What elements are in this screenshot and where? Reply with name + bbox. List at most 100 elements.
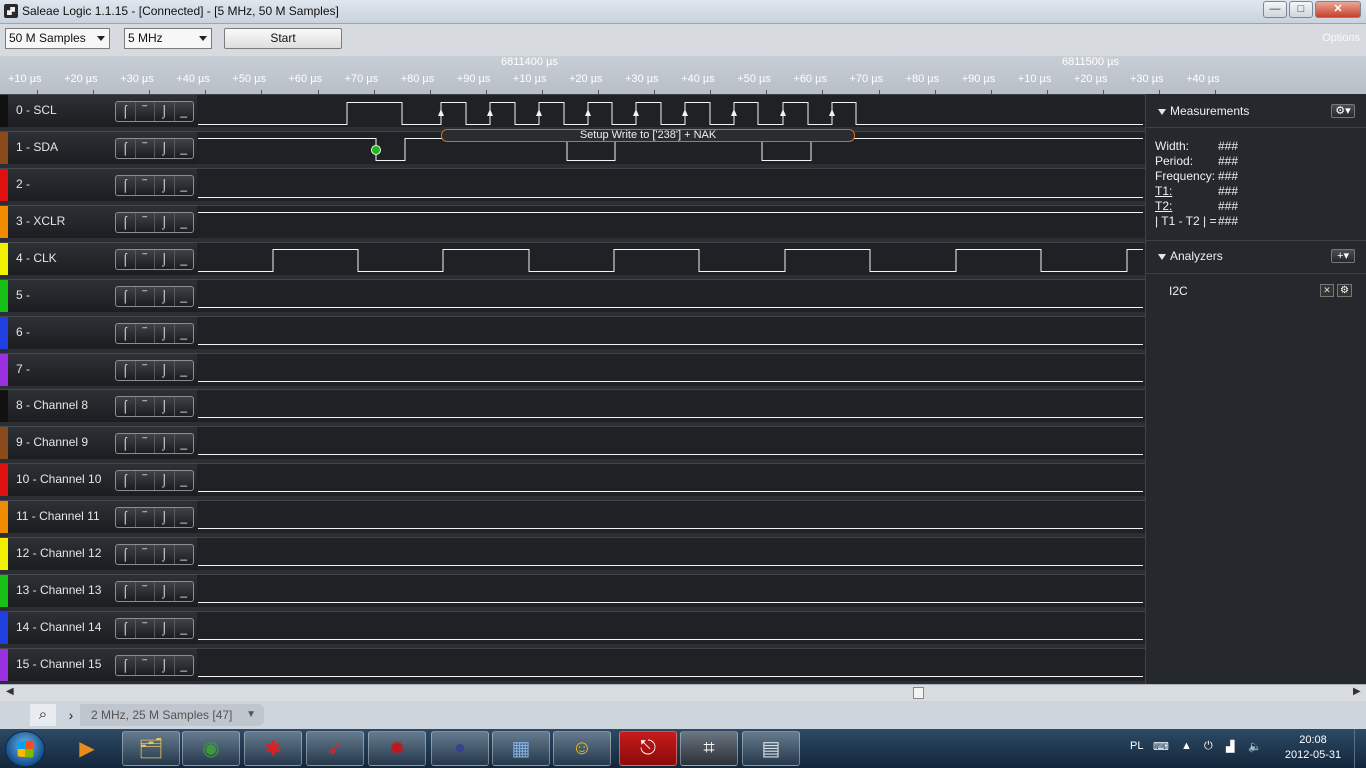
- trigger-rising-edge-icon[interactable]: ⌠: [116, 545, 136, 564]
- trigger-high-icon[interactable]: ‾: [136, 508, 155, 527]
- trigger-rising-edge-icon[interactable]: ⌠: [116, 656, 136, 675]
- trigger-low-icon[interactable]: _: [175, 397, 194, 416]
- trigger-rising-edge-icon[interactable]: ⌠: [116, 102, 136, 121]
- channel-lane[interactable]: [197, 242, 1145, 275]
- channel-lane[interactable]: [197, 648, 1145, 681]
- trigger-low-icon[interactable]: _: [175, 582, 194, 601]
- capture-tab[interactable]: 2 MHz, 25 M Samples [47] ▼: [80, 704, 264, 726]
- trigger-low-icon[interactable]: _: [175, 250, 194, 269]
- keyboard-icon[interactable]: ⌨: [1153, 740, 1169, 753]
- channel-label-panel[interactable]: 14 - Channel 14 ⌠ ‾ ⌡ _: [0, 611, 197, 645]
- channel-label-panel[interactable]: 0 - SCL ⌠ ‾ ⌡ _: [0, 94, 197, 128]
- channel-label-panel[interactable]: 9 - Channel 9 ⌠ ‾ ⌡ _: [0, 426, 197, 460]
- trigger-high-icon[interactable]: ‾: [136, 619, 155, 638]
- channel-label-panel[interactable]: 13 - Channel 13 ⌠ ‾ ⌡ _: [0, 574, 197, 608]
- maximize-button[interactable]: □: [1289, 1, 1313, 18]
- trigger-falling-edge-icon[interactable]: ⌡: [155, 213, 175, 232]
- chrome-icon[interactable]: ◉: [182, 731, 240, 766]
- channel-name[interactable]: 0 - SCL: [16, 103, 57, 117]
- channel-name[interactable]: 13 - Channel 13: [16, 583, 101, 597]
- time-ruler[interactable]: 6811400 µs 6811500 µs +10 µs +20 µs +30 µs…: [0, 56, 1366, 94]
- trigger-rising-edge-icon[interactable]: ⌠: [116, 434, 136, 453]
- channel-lane[interactable]: [197, 389, 1145, 422]
- channel-name[interactable]: 14 - Channel 14: [16, 620, 101, 634]
- trigger-falling-edge-icon[interactable]: ⌡: [155, 471, 175, 490]
- search-icon[interactable]: ⌕: [30, 704, 56, 726]
- analyzer-settings-gear-icon[interactable]: ⚙: [1337, 284, 1352, 297]
- trigger-low-icon[interactable]: _: [175, 471, 194, 490]
- channel-name[interactable]: 15 - Channel 15: [16, 657, 101, 671]
- scroll-left-icon[interactable]: ◀: [6, 686, 14, 697]
- file-explorer-icon[interactable]: 🗂: [122, 731, 180, 766]
- channel-lane[interactable]: [197, 353, 1145, 386]
- channel-name[interactable]: 4 - CLK: [16, 251, 57, 265]
- scroll-thumb[interactable]: [913, 687, 924, 699]
- trigger-falling-edge-icon[interactable]: ⌡: [155, 508, 175, 527]
- trigger-falling-edge-icon[interactable]: ⌡: [155, 102, 175, 121]
- channel-lane[interactable]: [197, 574, 1145, 607]
- channel-label-panel[interactable]: 7 - ⌠ ‾ ⌡ _: [0, 353, 197, 387]
- trigger-rising-edge-icon[interactable]: ⌠: [116, 176, 136, 195]
- channel-name[interactable]: 2 -: [16, 177, 30, 191]
- channel-lane[interactable]: [197, 205, 1145, 238]
- trigger-high-icon[interactable]: ‾: [136, 139, 155, 158]
- channel-name[interactable]: 9 - Channel 9: [16, 435, 88, 449]
- trigger-rising-edge-icon[interactable]: ⌠: [116, 139, 136, 158]
- channel-name[interactable]: 8 - Channel 8: [16, 398, 88, 412]
- trigger-rising-edge-icon[interactable]: ⌠: [116, 582, 136, 601]
- trigger-rising-edge-icon[interactable]: ⌠: [116, 471, 136, 490]
- minimize-button[interactable]: —: [1263, 1, 1287, 18]
- rate-select[interactable]: 5 MHz: [124, 28, 212, 49]
- language-indicator[interactable]: PL: [1130, 740, 1143, 752]
- channel-lane[interactable]: [197, 279, 1145, 312]
- remove-analyzer-icon[interactable]: ✕: [1320, 284, 1334, 297]
- trigger-high-icon[interactable]: ‾: [136, 176, 155, 195]
- trigger-rising-edge-icon[interactable]: ⌠: [116, 287, 136, 306]
- pdf-reader-icon[interactable]: ⎋: [619, 731, 677, 766]
- horizontal-scrollbar[interactable]: ◀ ▶: [0, 684, 1366, 701]
- trigger-rising-edge-icon[interactable]: ⌠: [116, 361, 136, 380]
- red-app-icon[interactable]: ✱: [244, 731, 302, 766]
- measurements-settings-button[interactable]: ⚙▾: [1331, 104, 1355, 118]
- smiley-app-icon[interactable]: ☺: [553, 731, 611, 766]
- trigger-high-icon[interactable]: ‾: [136, 397, 155, 416]
- trigger-low-icon[interactable]: _: [175, 213, 194, 232]
- channel-name[interactable]: 10 - Channel 10: [16, 472, 101, 486]
- channel-label-panel[interactable]: 10 - Channel 10 ⌠ ‾ ⌡ _: [0, 463, 197, 497]
- trigger-low-icon[interactable]: _: [175, 102, 194, 121]
- trigger-low-icon[interactable]: _: [175, 545, 194, 564]
- trigger-low-icon[interactable]: _: [175, 508, 194, 527]
- channel-lane[interactable]: [197, 463, 1145, 496]
- waveform-area[interactable]: 0 - SCL ⌠ ‾ ⌡ _ 1 - SDA ⌠ ‾ ⌡ _ 2 - ⌠ ‾ ⌡ _ 3 - XCLR ⌠ ‾ ⌡…: [0, 94, 1145, 685]
- trigger-low-icon[interactable]: _: [175, 619, 194, 638]
- trigger-high-icon[interactable]: ‾: [136, 582, 155, 601]
- volume-icon[interactable]: 🔈: [1248, 740, 1262, 753]
- channel-label-panel[interactable]: 11 - Channel 11 ⌠ ‾ ⌡ _: [0, 500, 197, 534]
- channel-lane[interactable]: [197, 168, 1145, 201]
- channel-lane[interactable]: [197, 426, 1145, 459]
- trigger-high-icon[interactable]: ‾: [136, 213, 155, 232]
- samples-select[interactable]: 50 M Samples: [5, 28, 110, 49]
- channel-lane[interactable]: [197, 611, 1145, 644]
- options-button[interactable]: Options: [1322, 32, 1360, 44]
- trigger-high-icon[interactable]: ‾: [136, 434, 155, 453]
- channel-label-panel[interactable]: 6 - ⌠ ‾ ⌡ _: [0, 316, 197, 350]
- channel-lane[interactable]: [197, 500, 1145, 533]
- eclipse-icon[interactable]: ●: [431, 731, 489, 766]
- ladybug-app-icon[interactable]: ✹: [368, 731, 426, 766]
- scroll-right-icon[interactable]: ▶: [1353, 686, 1361, 697]
- trigger-low-icon[interactable]: _: [175, 324, 194, 343]
- trigger-falling-edge-icon[interactable]: ⌡: [155, 619, 175, 638]
- trigger-low-icon[interactable]: _: [175, 287, 194, 306]
- channel-name[interactable]: 7 -: [16, 362, 30, 376]
- calculator-icon[interactable]: ▤: [742, 731, 800, 766]
- channel-name[interactable]: 1 - SDA: [16, 140, 58, 154]
- trigger-high-icon[interactable]: ‾: [136, 471, 155, 490]
- add-analyzer-button[interactable]: +▾: [1331, 249, 1355, 263]
- trigger-high-icon[interactable]: ‾: [136, 656, 155, 675]
- trigger-rising-edge-icon[interactable]: ⌠: [116, 324, 136, 343]
- channel-lane[interactable]: [197, 537, 1145, 570]
- trigger-high-icon[interactable]: ‾: [136, 287, 155, 306]
- start-button[interactable]: Start: [224, 28, 342, 49]
- analyzer-item-i2c[interactable]: I2C: [1169, 284, 1188, 298]
